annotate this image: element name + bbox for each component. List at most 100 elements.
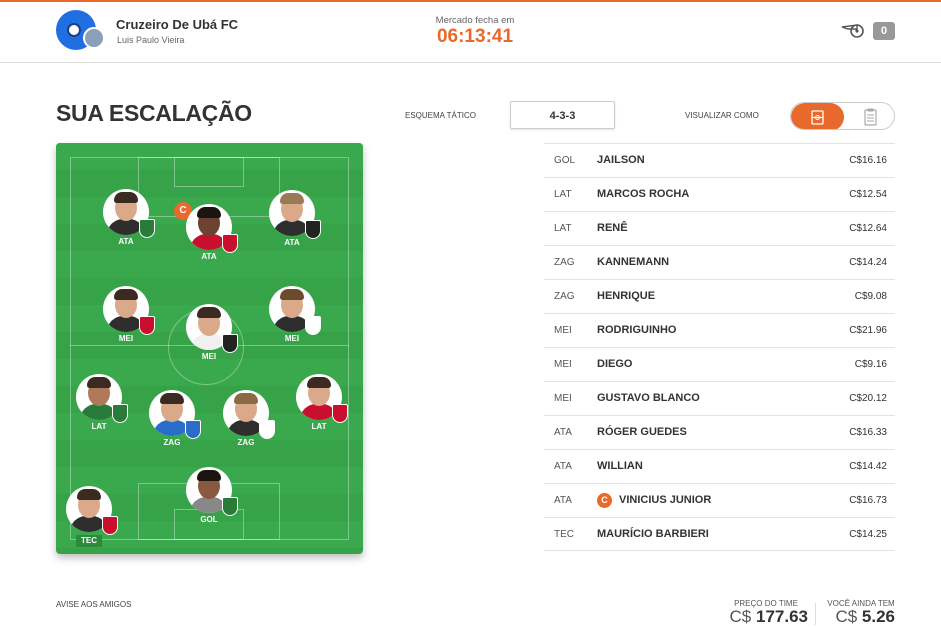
- player-position: LAT: [311, 422, 327, 431]
- market-label: Mercado fecha em: [435, 15, 515, 26]
- view-list-button[interactable]: [844, 103, 894, 129]
- player-card-lat-1[interactable]: LAT: [70, 374, 130, 444]
- notification-count-badge[interactable]: 0: [873, 22, 895, 40]
- player-position: GOL: [200, 515, 218, 524]
- footer-divider: [815, 603, 816, 625]
- whistle-icon[interactable]: [840, 21, 868, 39]
- owner-avatar[interactable]: [83, 27, 105, 49]
- page-title: SUA ESCALAÇÃO: [56, 100, 252, 126]
- roster-position: ZAG: [554, 291, 575, 302]
- player-position: MEI: [201, 352, 217, 361]
- roster-player-name: RENÊ: [597, 222, 628, 234]
- player-card-ata-3[interactable]: ATA: [263, 190, 323, 260]
- captain-badge: C: [597, 493, 612, 508]
- player-card-mei-1[interactable]: MEI: [97, 286, 157, 356]
- club-shield-icon: [139, 316, 155, 335]
- roster-row[interactable]: ZAG KANNEMANN C$14.24: [544, 245, 895, 279]
- team-name: Cruzeiro De Ubá FC: [116, 17, 239, 32]
- roster-player-price: C$12.54: [849, 189, 887, 200]
- roster-player-price: C$21.96: [849, 325, 887, 336]
- share-with-friends-link[interactable]: AVISE AOS AMIGOS: [56, 600, 131, 609]
- club-shield-icon: [222, 497, 238, 516]
- roster-row[interactable]: ATA RÓGER GUEDES C$16.33: [544, 415, 895, 449]
- coach-position: TEC: [76, 535, 102, 547]
- club-shield-icon: [112, 404, 128, 423]
- roster-row[interactable]: LAT MARCOS ROCHA C$12.54: [544, 177, 895, 211]
- market-countdown: 06:13:41: [436, 26, 514, 47]
- roster-row[interactable]: ZAG HENRIQUE C$9.08: [544, 279, 895, 313]
- player-position: ZAG: [237, 438, 255, 447]
- roster-position: ATA: [554, 495, 572, 506]
- scheme-label: ESQUEMA TÁTICO: [405, 111, 476, 120]
- player-position: ATA: [284, 238, 300, 247]
- player-position: MEI: [284, 334, 300, 343]
- roster-row[interactable]: TEC MAURÍCIO BARBIERI C$14.25: [544, 517, 895, 551]
- player-card-ata-2[interactable]: ATA: [180, 204, 240, 274]
- roster-player-name: MAURÍCIO BARBIERI: [597, 528, 709, 540]
- roster-player-name: JAILSON: [597, 154, 645, 166]
- player-card-lat-2[interactable]: LAT: [290, 374, 350, 444]
- roster-player-price: C$16.73: [849, 495, 887, 506]
- roster-row[interactable]: GOL JAILSON C$16.16: [544, 143, 895, 177]
- club-shield-icon: [139, 219, 155, 238]
- clipboard-icon: [864, 108, 877, 126]
- roster-position: MEI: [554, 393, 572, 404]
- scheme-select[interactable]: 4-3-3: [510, 101, 615, 129]
- roster-position: MEI: [554, 359, 572, 370]
- roster-player-name: VINICIUS JUNIOR: [619, 494, 712, 506]
- roster-position: GOL: [554, 155, 576, 166]
- club-shield-icon: [222, 334, 238, 353]
- roster-position: LAT: [554, 223, 572, 234]
- view-field-button[interactable]: [791, 103, 844, 129]
- player-card-mei-2[interactable]: MEI: [180, 304, 240, 374]
- player-card-mei-3[interactable]: MEI: [263, 286, 323, 356]
- player-position: LAT: [91, 422, 107, 431]
- club-shield-icon: [332, 404, 348, 423]
- roster-position: MEI: [554, 325, 572, 336]
- player-card-zag-2[interactable]: ZAG: [217, 390, 277, 460]
- roster-position: ATA: [554, 427, 572, 438]
- remaining-budget-value: C$ 5.26: [835, 607, 895, 626]
- roster-row[interactable]: MEI RODRIGUINHO C$21.96: [544, 313, 895, 347]
- roster-position: LAT: [554, 189, 572, 200]
- owner-name: Luis Paulo Vieira: [117, 35, 185, 45]
- roster-player-name: MARCOS ROCHA: [597, 188, 690, 200]
- roster-player-price: C$9.16: [854, 359, 887, 370]
- header: Cruzeiro De Ubá FC Luis Paulo Vieira Mer…: [0, 2, 941, 63]
- roster-player-price: C$14.24: [849, 257, 887, 268]
- player-position: ATA: [118, 237, 134, 246]
- roster-position: ZAG: [554, 257, 575, 268]
- player-card-ata-1[interactable]: ATA: [97, 189, 157, 259]
- view-label: VISUALIZAR COMO: [685, 111, 759, 120]
- roster-row[interactable]: ATA C VINICIUS JUNIOR C$16.73: [544, 483, 895, 517]
- roster-player-name: DIEGO: [597, 358, 633, 370]
- field-icon: [811, 110, 824, 125]
- view-toggle[interactable]: [790, 102, 895, 130]
- roster-player-name: RODRIGUINHO: [597, 324, 677, 336]
- roster-row[interactable]: MEI GUSTAVO BLANCO C$20.12: [544, 381, 895, 415]
- roster-player-price: C$14.42: [849, 461, 887, 472]
- roster-row[interactable]: ATA WILLIAN C$14.42: [544, 449, 895, 483]
- roster-position: ATA: [554, 461, 572, 472]
- roster-player-price: C$12.64: [849, 223, 887, 234]
- player-card-zag-1[interactable]: ZAG: [143, 390, 203, 460]
- roster-row[interactable]: MEI DIEGO C$9.16: [544, 347, 895, 381]
- roster-position: TEC: [554, 529, 574, 540]
- club-shield-icon: [102, 516, 118, 535]
- roster-player-price: C$20.12: [849, 393, 887, 404]
- club-shield-icon: [305, 316, 321, 335]
- roster-player-price: C$14.25: [849, 529, 887, 540]
- club-shield-icon: [185, 420, 201, 439]
- roster-list: GOL JAILSON C$16.16 LAT MARCOS ROCHA C$1…: [544, 143, 895, 551]
- roster-player-price: C$16.16: [849, 155, 887, 166]
- roster-player-name: HENRIQUE: [597, 290, 656, 302]
- roster-player-name: KANNEMANN: [597, 256, 670, 268]
- roster-row[interactable]: LAT RENÊ C$12.64: [544, 211, 895, 245]
- team-price-value: C$ 177.63: [729, 607, 808, 626]
- player-position: ATA: [201, 252, 217, 261]
- player-card-gol[interactable]: GOL: [180, 467, 240, 537]
- player-position: MEI: [118, 334, 134, 343]
- player-position: ZAG: [163, 438, 181, 447]
- club-shield-icon: [222, 234, 238, 253]
- roster-player-name: RÓGER GUEDES: [597, 426, 687, 438]
